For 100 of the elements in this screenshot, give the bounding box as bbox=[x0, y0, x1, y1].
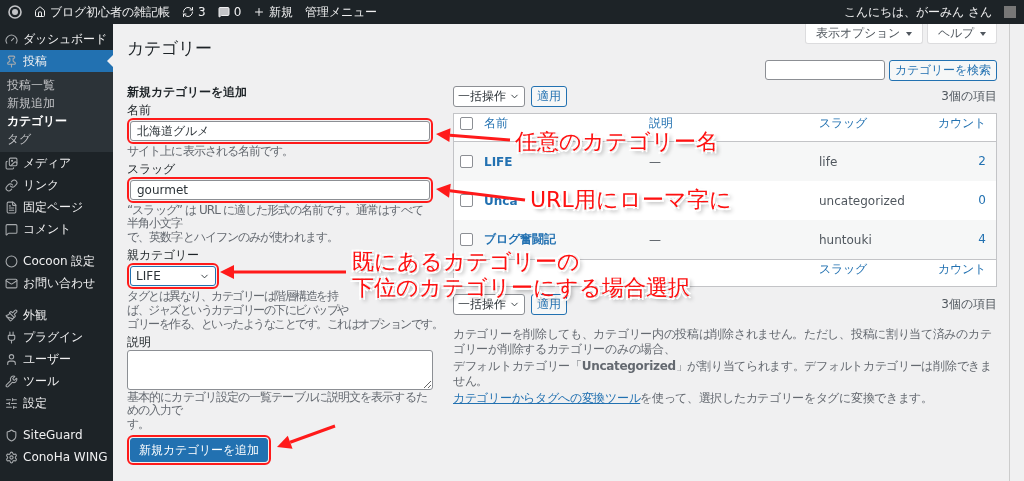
brush-icon bbox=[5, 308, 18, 322]
sidebar-item[interactable]: ツール bbox=[0, 370, 113, 392]
page-icon bbox=[5, 200, 18, 214]
submenu-item[interactable]: タグ bbox=[0, 130, 113, 148]
text-field[interactable]: gourmet bbox=[130, 180, 430, 200]
sidebar-item[interactable]: リンク bbox=[0, 174, 113, 196]
search-button[interactable]: カテゴリーを検索 bbox=[889, 60, 997, 81]
updates-link[interactable]: 3 bbox=[182, 5, 206, 19]
sidebar-item[interactable]: SiteGuard bbox=[0, 424, 113, 446]
checkbox[interactable] bbox=[460, 233, 473, 246]
checkbox[interactable] bbox=[460, 117, 473, 130]
comment-icon bbox=[217, 6, 230, 18]
field-label: 親カテゴリー bbox=[127, 248, 199, 262]
sidebar-item[interactable]: 投稿 bbox=[0, 50, 113, 72]
converter-link[interactable]: カテゴリーからタグへの変換ツール bbox=[453, 391, 641, 405]
count-link[interactable]: 4 bbox=[978, 233, 996, 246]
page-title: カテゴリー bbox=[127, 38, 213, 58]
sidebar-item[interactable]: ConoHa WING bbox=[0, 446, 113, 468]
count-link[interactable]: 2 bbox=[978, 155, 996, 168]
sidebar-item[interactable]: コメント bbox=[0, 218, 113, 240]
note-text: カテゴリーを削除しても、カテゴリー内の投稿は削除されません。ただし、投稿に割り当て済みのカテゴリーが削除するカテゴリーのみの場合、 bbox=[453, 327, 993, 357]
column-header[interactable]: カウント bbox=[938, 263, 996, 276]
submenu-item[interactable]: 新規追加 bbox=[0, 94, 113, 112]
new-link[interactable]: 新規 bbox=[253, 3, 294, 21]
submenu-item[interactable]: 投稿一覧 bbox=[0, 76, 113, 94]
sidebar-item[interactable]: プラグイン bbox=[0, 326, 113, 348]
comment-icon bbox=[5, 222, 18, 236]
text-field[interactable]: 北海道グルメ bbox=[130, 121, 430, 141]
apply-button[interactable]: 適用 bbox=[531, 85, 567, 107]
circle-icon bbox=[5, 254, 18, 268]
column-header[interactable]: 説明 bbox=[649, 117, 673, 130]
description-field[interactable] bbox=[127, 350, 433, 390]
help-text: ゴリーを作る、といったようなことです。これはオプションです。 bbox=[127, 318, 442, 331]
annotation-text: URL用にローマ字に bbox=[530, 188, 732, 212]
category-name-link[interactable]: LIFE bbox=[484, 154, 513, 169]
checkbox[interactable] bbox=[460, 194, 473, 207]
item-count: 3個の項目 bbox=[941, 295, 997, 313]
sidebar-item[interactable]: 設定 bbox=[0, 392, 113, 414]
screen-tab[interactable]: ヘルプ bbox=[927, 24, 997, 44]
help-text: ば、ジャズというカテゴリーの下にビバップや bbox=[127, 304, 348, 317]
field-label: 名前 bbox=[127, 103, 151, 117]
column-header[interactable]: スラッグ bbox=[819, 263, 867, 276]
caret-icon bbox=[906, 31, 912, 36]
table-cell: — bbox=[649, 154, 661, 169]
column-header[interactable]: スラッグ bbox=[819, 117, 867, 130]
field-label: 説明 bbox=[127, 335, 151, 349]
item-count: 3個の項目 bbox=[941, 87, 997, 105]
link-icon bbox=[5, 178, 18, 192]
sidebar-item[interactable]: メディア bbox=[0, 152, 113, 174]
search-field[interactable] bbox=[765, 60, 885, 80]
plug-icon bbox=[5, 330, 18, 344]
annotation-text: 既にあるカテゴリーの bbox=[352, 250, 580, 274]
admin-menu-link[interactable]: 管理メニュー bbox=[305, 3, 378, 21]
screen-tab[interactable]: 表示オプション bbox=[805, 24, 923, 44]
arrow bbox=[277, 424, 336, 449]
greeting-link[interactable]: こんにちは、がーみん さん bbox=[844, 3, 992, 21]
caret-icon bbox=[980, 31, 986, 36]
sidebar-item[interactable]: ユーザー bbox=[0, 348, 113, 370]
sidebar-item[interactable]: Cocoon 設定 bbox=[0, 250, 113, 272]
parent-select[interactable]: LIFE bbox=[130, 266, 216, 286]
help-text: す。 bbox=[127, 418, 151, 431]
submenu-item[interactable]: カテゴリー bbox=[0, 112, 113, 130]
column-header[interactable]: カウント bbox=[938, 117, 996, 130]
sidebar-item[interactable]: お問い合わせ bbox=[0, 272, 113, 294]
table-cell: uncategorized bbox=[819, 193, 905, 208]
gear-icon bbox=[5, 450, 18, 464]
annotation-text: 任意のカテゴリー名 bbox=[515, 130, 718, 154]
help-text: サイト上に表示される名前です。 bbox=[127, 145, 295, 158]
images-icon bbox=[5, 156, 18, 170]
sidebar-item[interactable]: ダッシュボード bbox=[0, 28, 113, 50]
form-heading: 新規カテゴリーを追加 bbox=[127, 85, 248, 99]
sliders-icon bbox=[5, 396, 18, 410]
sidebar-item[interactable]: 外観 bbox=[0, 304, 113, 326]
help-text: 基本的にカテゴリ設定の一覧テーブルに説明文を表示するための入力で bbox=[127, 391, 428, 417]
comments-link[interactable]: 0 bbox=[217, 5, 242, 19]
table-cell: — bbox=[649, 232, 661, 247]
gauge-icon bbox=[5, 32, 18, 46]
note-text: デフォルトカテゴリー「Uncategorized」が割り当てられます。デフォルトカテゴリーは削除できません。 bbox=[453, 359, 993, 389]
plus-icon bbox=[253, 6, 266, 18]
help-text: “スラッグ” は URL に適した形式の名前です。通常はすべて半角小文字 bbox=[127, 204, 424, 230]
field-label: スラッグ bbox=[127, 162, 175, 176]
category-name-link[interactable]: ブログ奮闘記 bbox=[484, 231, 556, 248]
pin-icon bbox=[5, 54, 18, 68]
table-cell: huntouki bbox=[819, 232, 872, 247]
wrench-icon bbox=[5, 374, 18, 388]
sidebar-item[interactable]: 固定ページ bbox=[0, 196, 113, 218]
add-category-button[interactable]: 新規カテゴリーを追加 bbox=[130, 438, 268, 462]
shield-icon bbox=[5, 428, 18, 442]
column-header[interactable]: 名前 bbox=[484, 117, 508, 130]
bulk-action-select[interactable]: 一括操作 bbox=[453, 85, 525, 107]
site-name-link[interactable]: ブログ初心者の雑記帳 bbox=[34, 3, 170, 21]
home-icon bbox=[34, 6, 46, 18]
table-cell: life bbox=[819, 154, 838, 169]
mail-icon bbox=[5, 276, 18, 290]
help-text: で、英数字とハイフンのみが使われます。 bbox=[127, 231, 339, 244]
count-link[interactable]: 0 bbox=[978, 194, 996, 207]
checkbox[interactable] bbox=[460, 155, 473, 168]
note-text: カテゴリーからタグへの変換ツールを使って、選択したカテゴリーをタグに変換できます。 bbox=[453, 391, 934, 406]
help-text: タグとは異なり、カテゴリーは階層構造を持 bbox=[127, 290, 337, 303]
wordpress-logo-icon[interactable] bbox=[8, 5, 22, 19]
